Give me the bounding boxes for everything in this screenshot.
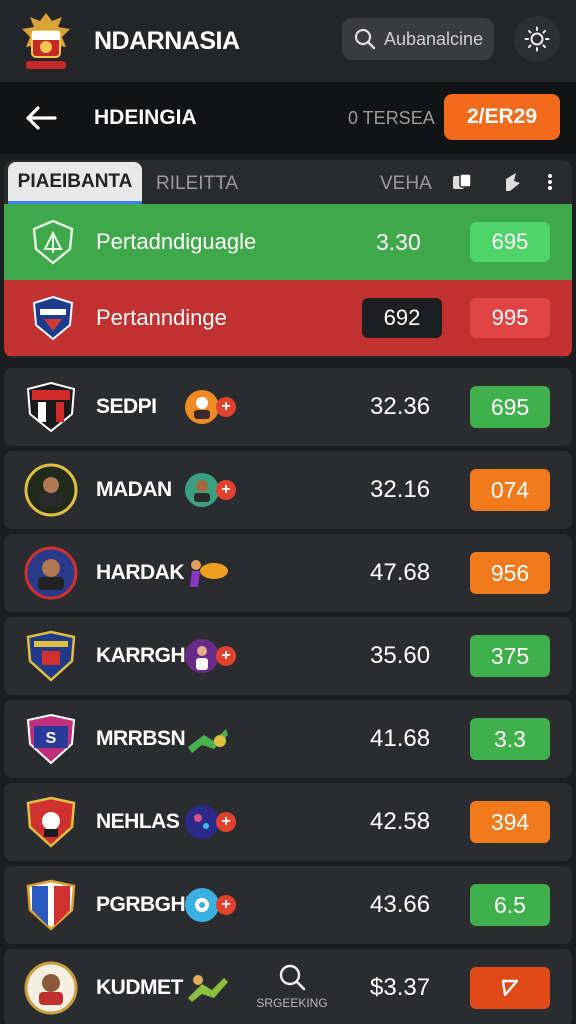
- add-icon[interactable]: +: [216, 812, 236, 832]
- team-value: 32.36: [370, 393, 431, 420]
- tab-bar: PIAEIBANTA RILEITTA VEHA: [4, 160, 572, 204]
- search-icon: [279, 964, 306, 991]
- team-crest-icon: [26, 381, 76, 433]
- odds-badge[interactable]: 074: [470, 469, 550, 511]
- sub-meta-text: 0 TERSEA: [348, 108, 435, 128]
- team-value: 32.16: [370, 476, 431, 503]
- list-item[interactable]: NEHLAS + 42.58 394: [4, 783, 572, 861]
- list-item[interactable]: S MRRBSN 41.68 3.3: [4, 700, 572, 778]
- back-button[interactable]: [24, 100, 60, 136]
- team-name: MRRBSN: [96, 727, 186, 750]
- player-kick-icon: [188, 729, 228, 753]
- team-name: NEHLAS: [96, 810, 180, 833]
- more-options-icon[interactable]: [538, 170, 562, 194]
- tab-second[interactable]: RILEITTA: [156, 173, 238, 195]
- list-item[interactable]: SEDPI + 32.36 695: [4, 368, 572, 446]
- add-icon[interactable]: +: [216, 646, 236, 666]
- cards-icon[interactable]: [450, 170, 474, 194]
- team-value: 43.66: [370, 891, 431, 918]
- add-icon[interactable]: +: [216, 397, 236, 417]
- add-icon[interactable]: +: [216, 895, 236, 915]
- odds-badge[interactable]: 375: [470, 635, 550, 677]
- highlight-value: 3.30: [376, 228, 421, 255]
- team-value: 47.68: [370, 559, 431, 586]
- odds-badge[interactable]: 695: [470, 386, 550, 428]
- list-item[interactable]: PGRBGHI + 43.66 6.5: [4, 866, 572, 944]
- odds-badge[interactable]: 956: [470, 552, 550, 594]
- page-title: HDEINGIA: [94, 106, 197, 129]
- team-crest-icon: [26, 796, 76, 848]
- search-text: Aubanalcine: [384, 28, 484, 49]
- send-icon: [501, 979, 519, 997]
- team-name: MADAN: [96, 478, 172, 501]
- odds-badge[interactable]: 6.5: [470, 884, 550, 926]
- search-icon: [354, 28, 376, 50]
- sun-icon: [524, 26, 550, 52]
- highlight-row-red[interactable]: Pertanndinge 692 995: [4, 280, 572, 356]
- odds-badge[interactable]: 3.3: [470, 718, 550, 760]
- player-avatar-icon: [185, 805, 219, 839]
- team-name: SEDPI: [96, 395, 157, 418]
- filter-icon[interactable]: [500, 170, 524, 194]
- player-avatar-icon: [185, 473, 219, 507]
- highlight-panel: PIAEIBANTA RILEITTA VEHA Pertadndiguagle…: [4, 160, 572, 358]
- team-crest-icon: [32, 219, 74, 265]
- player-avatar-icon: [185, 390, 219, 424]
- player-kick-icon: [190, 560, 228, 587]
- player-kick-icon: [188, 975, 228, 1002]
- odds-badge[interactable]: 394: [470, 801, 550, 843]
- tab-active[interactable]: PIAEIBANTA: [8, 162, 142, 204]
- theme-toggle-button[interactable]: [514, 16, 560, 62]
- top-app-bar: NDARNASIA Aubanalcine: [0, 0, 576, 82]
- team-value: 41.68: [370, 725, 431, 752]
- team-value: $3.37: [370, 974, 431, 1001]
- send-button[interactable]: [470, 967, 550, 1009]
- header-action-button[interactable]: 2/ER29: [444, 94, 560, 140]
- team-value: 35.60: [370, 642, 431, 669]
- list-item[interactable]: MADAN + 32.16 074: [4, 451, 572, 529]
- team-crest-icon: [24, 961, 78, 1015]
- list-item[interactable]: HARDAK 47.68 956: [4, 534, 572, 612]
- team-crest-icon: [24, 546, 78, 600]
- svg-text:S: S: [46, 730, 57, 747]
- back-arrow-icon: [26, 106, 57, 130]
- highlight-value: 692: [362, 298, 442, 338]
- bottom-search-button[interactable]: SRGEEKING: [252, 956, 332, 1016]
- highlight-name: Pertanndinge: [96, 305, 227, 330]
- team-crest-icon: [24, 463, 78, 517]
- team-crest-icon: [26, 630, 76, 682]
- list-item[interactable]: KARRGH + 35.60 375: [4, 617, 572, 695]
- search-input[interactable]: Aubanalcine: [342, 18, 494, 60]
- add-icon[interactable]: +: [216, 480, 236, 500]
- team-crest-icon: [26, 879, 76, 931]
- sub-header: HDEINGIA 0 TERSEA 2/ER29: [0, 82, 576, 154]
- app-logo: [18, 9, 74, 73]
- app-title: NDARNASIA: [94, 26, 240, 55]
- bottom-search-label: SRGEEKING: [256, 996, 328, 1010]
- team-name: KUDMET: [96, 976, 183, 999]
- team-crest-icon: S: [26, 713, 76, 765]
- odds-badge[interactable]: 995: [470, 298, 550, 338]
- player-avatar-icon: [185, 888, 219, 922]
- team-name: KARRGH: [96, 644, 186, 667]
- highlight-name: Pertadndiguagle: [96, 229, 257, 254]
- player-avatar-icon: [185, 639, 219, 673]
- odds-badge[interactable]: 695: [470, 222, 550, 262]
- team-name: HARDAK: [96, 561, 185, 584]
- tab-third[interactable]: VEHA: [380, 173, 432, 195]
- highlight-row-green[interactable]: Pertadndiguagle 3.30 695: [4, 204, 572, 280]
- team-value: 42.58: [370, 808, 431, 835]
- team-name: PGRBGHI: [96, 893, 191, 916]
- team-crest-icon: [32, 295, 74, 341]
